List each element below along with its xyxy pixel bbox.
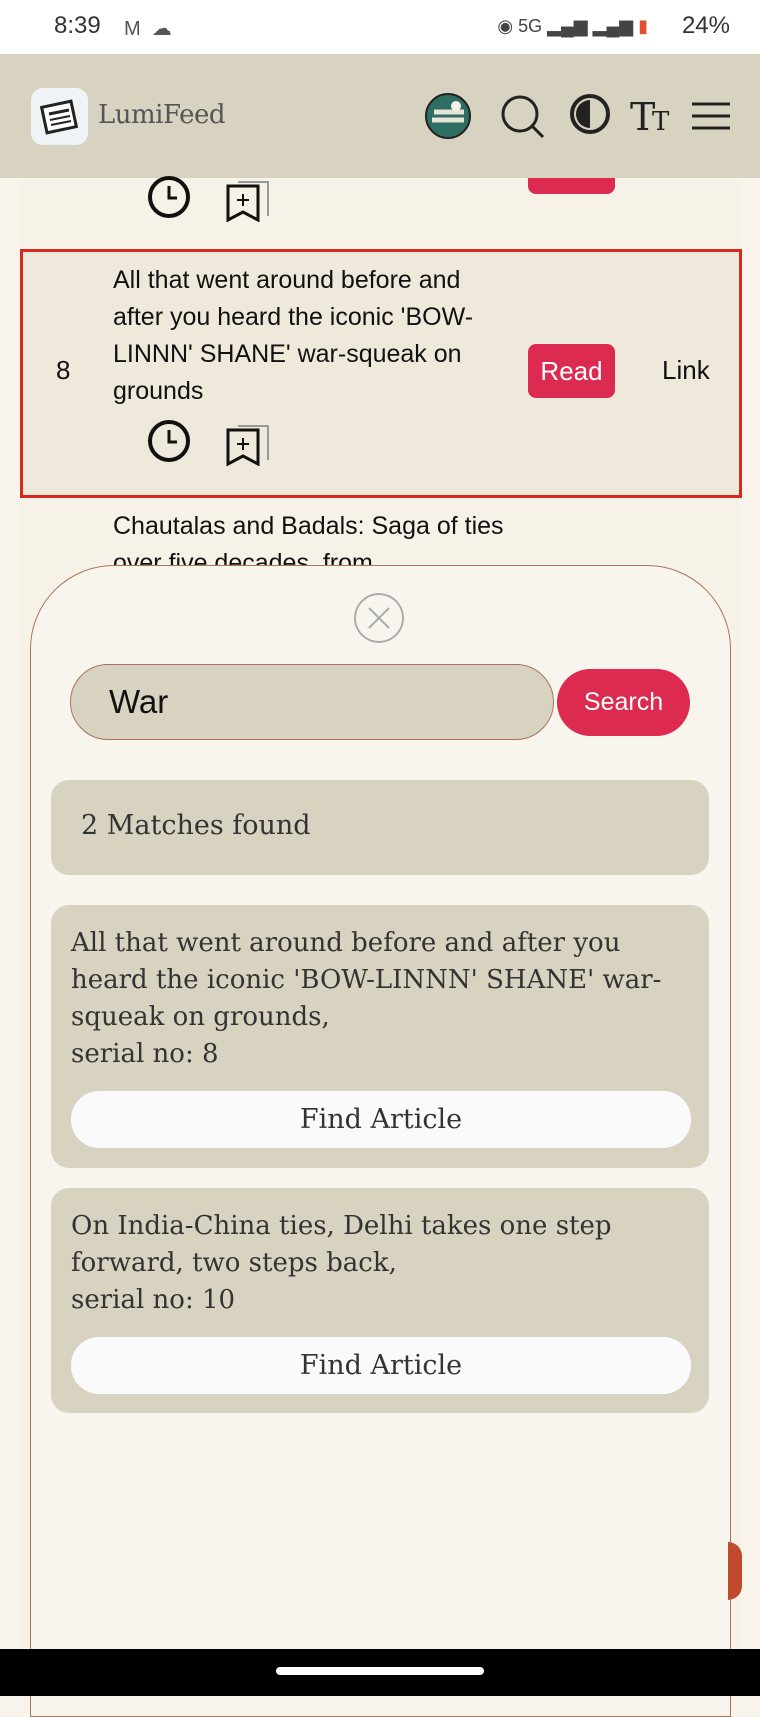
bookmark-add-icon[interactable] xyxy=(224,420,270,466)
app-logo[interactable] xyxy=(31,88,88,145)
search-icon[interactable] xyxy=(498,92,546,140)
signal-icon: ▂▄▆ xyxy=(547,16,588,36)
floating-button-partial[interactable] xyxy=(728,1542,742,1600)
search-result-card: All that went around before and after yo… xyxy=(51,905,709,1168)
read-button-partial[interactable] xyxy=(528,178,615,194)
find-article-button[interactable]: Find Article xyxy=(71,1091,691,1148)
hotspot-icon: ◉ xyxy=(497,16,514,36)
contrast-icon[interactable] xyxy=(566,92,614,140)
result-serial: serial no: 8 xyxy=(71,1039,219,1069)
search-result-card: On India-China ties, Delhi takes one ste… xyxy=(51,1188,709,1413)
row-article-title: All that went around before and after yo… xyxy=(113,266,474,405)
close-icon[interactable] xyxy=(354,593,404,643)
app-name: LumiFeed xyxy=(98,100,226,130)
gmail-icon: M xyxy=(124,18,141,40)
home-gesture-bar[interactable] xyxy=(276,1667,484,1675)
status-time: 8:39 xyxy=(54,12,101,39)
notification-icons: M ☁ xyxy=(124,16,172,41)
battery-level: 24% xyxy=(681,12,730,39)
cloud-icon: ☁ xyxy=(151,18,172,40)
clock-icon[interactable] xyxy=(146,174,192,220)
matches-count: 2 Matches found xyxy=(51,780,709,875)
profile-avatar-icon[interactable] xyxy=(424,92,472,140)
network-indicator: ◉ 5G ▂▄▆ ▂▄▆ ▮ xyxy=(497,16,648,37)
newspaper-icon xyxy=(39,99,79,135)
result-title: On India-China ties, Delhi takes one ste… xyxy=(71,1211,612,1278)
signal-icon-2: ▂▄▆ xyxy=(592,16,634,36)
svg-text:T: T xyxy=(652,107,670,137)
result-title: All that went around before and after yo… xyxy=(71,928,662,1032)
find-article-button[interactable]: Find Article xyxy=(71,1337,691,1394)
row-serial-number: 8 xyxy=(56,355,71,385)
font-size-icon[interactable]: T T xyxy=(628,92,676,140)
search-input[interactable] xyxy=(70,664,554,740)
menu-icon[interactable] xyxy=(688,92,736,140)
network-type: 5G xyxy=(518,16,543,36)
battery-icon: ▮ xyxy=(638,16,648,36)
bookmark-add-icon[interactable] xyxy=(224,176,270,222)
result-serial: serial no: 10 xyxy=(71,1285,236,1315)
read-button[interactable]: Read xyxy=(528,344,615,398)
clock-icon[interactable] xyxy=(146,418,192,464)
search-button[interactable]: Search xyxy=(557,669,690,736)
article-link[interactable]: Link xyxy=(662,355,710,386)
